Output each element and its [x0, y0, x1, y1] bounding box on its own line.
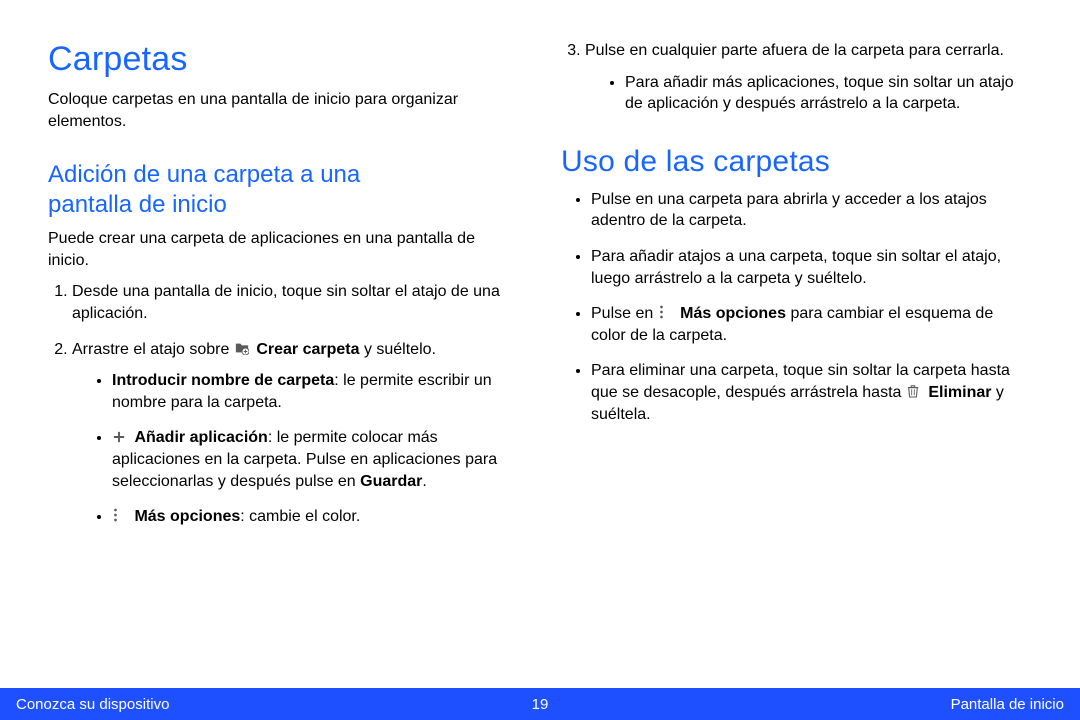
step-2-bold: Crear carpeta — [256, 341, 359, 358]
steps-list: Desde una pantalla de inicio, toque sin … — [48, 281, 519, 527]
step-2-a: Arrastre el atajo sobre — [72, 341, 234, 358]
intro-text: Coloque carpetas en una pantalla de inic… — [48, 89, 519, 132]
left-column: Carpetas Coloque carpetas en una pantall… — [48, 40, 519, 675]
sub2-rest-b: . — [422, 473, 426, 490]
use-2: Para añadir atajos a una carpeta, toque … — [591, 246, 1032, 289]
create-folder-icon — [235, 340, 249, 354]
heading-carpetas: Carpetas — [48, 40, 519, 79]
use-1: Pulse en una carpeta para abrirla y acce… — [591, 189, 1032, 232]
more-options-icon — [113, 507, 127, 521]
use-3: Pulse en Más opciones para cambiar el es… — [591, 303, 1032, 346]
step-3-text: Pulse en cualquier parte afuera de la ca… — [585, 42, 1004, 59]
u3-bold: Más opciones — [680, 305, 786, 322]
sub1-bold: Introducir nombre de carpeta — [112, 372, 334, 389]
sub3-rest: : cambie el color. — [240, 508, 360, 525]
trash-icon — [907, 383, 921, 397]
use-4: Para eliminar una carpeta, toque sin sol… — [591, 360, 1032, 425]
lead-text: Puede crear una carpeta de aplicaciones … — [48, 228, 519, 271]
substep-add-app: Añadir aplicación: le permite colocar má… — [112, 427, 519, 492]
substep-name: Introducir nombre de carpeta: le permite… — [112, 370, 519, 413]
u3-a: Pulse en — [591, 305, 658, 322]
step-2-b: y suéltelo. — [364, 341, 436, 358]
sub2-bold2: Guardar — [360, 473, 422, 490]
heading-use-folders: Uso de las carpetas — [561, 145, 1032, 179]
sub2-bold: Añadir aplicación — [134, 429, 267, 446]
step-3: Pulse en cualquier parte afuera de la ca… — [585, 40, 1032, 115]
step-1: Desde una pantalla de inicio, toque sin … — [72, 281, 519, 324]
substep-more-options: Más opciones: cambie el color. — [112, 506, 519, 528]
use-list: Pulse en una carpeta para abrirla y acce… — [561, 189, 1032, 425]
step-2: Arrastre el atajo sobre Crear carpeta y … — [72, 339, 519, 528]
h2-line2: pantalla de inicio — [48, 191, 227, 218]
h2-line1: Adición de una carpeta a una — [48, 161, 360, 188]
page-footer: Conozca su dispositivo 19 Pantalla de in… — [0, 688, 1080, 720]
plus-icon — [113, 428, 127, 442]
sub3-bold: Más opciones — [134, 508, 240, 525]
step-3-sublist: Para añadir más aplicaciones, toque sin … — [585, 72, 1032, 115]
right-column: Pulse en cualquier parte afuera de la ca… — [561, 40, 1032, 675]
steps-list-cont: Pulse en cualquier parte afuera de la ca… — [561, 40, 1032, 115]
step-2-sublist: Introducir nombre de carpeta: le permite… — [72, 370, 519, 528]
more-options-icon — [659, 304, 673, 318]
heading-add-folder: Adición de una carpeta a una pantalla de… — [48, 160, 519, 220]
step-3-sub: Para añadir más aplicaciones, toque sin … — [625, 72, 1032, 115]
footer-page: 19 — [0, 696, 1080, 713]
u4-bold: Eliminar — [928, 384, 991, 401]
page-body: Carpetas Coloque carpetas en una pantall… — [0, 0, 1080, 675]
